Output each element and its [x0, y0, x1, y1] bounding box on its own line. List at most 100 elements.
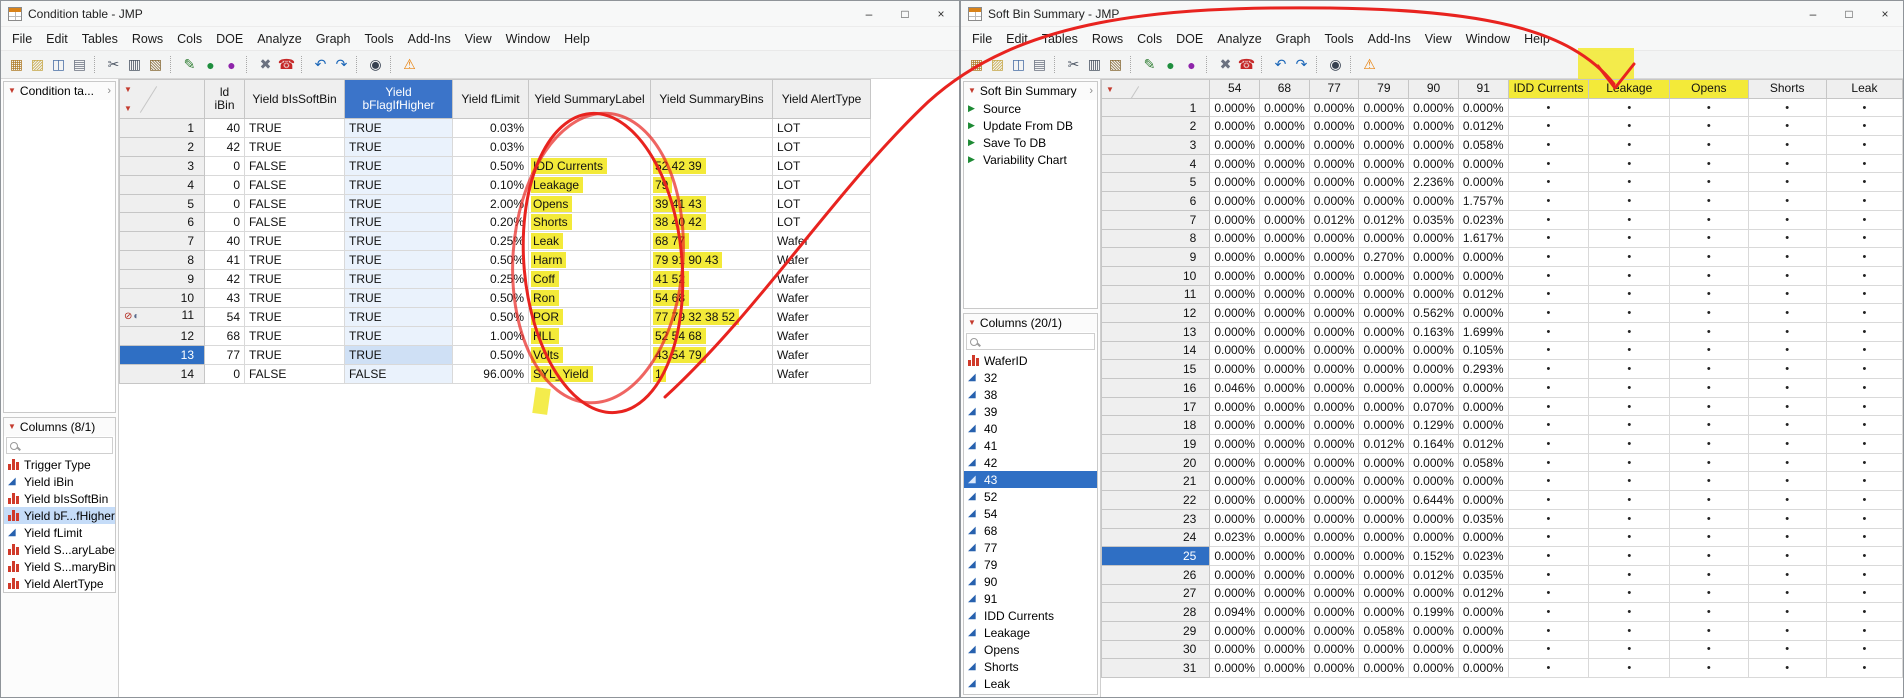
cell[interactable]: •	[1748, 173, 1826, 192]
cell[interactable]: 0.000%	[1309, 248, 1359, 267]
cell[interactable]: 0.000%	[1309, 322, 1359, 341]
cell[interactable]: 0.000%	[1260, 453, 1310, 472]
cell[interactable]: •	[1589, 397, 1670, 416]
cell[interactable]: TRUE	[345, 326, 453, 345]
cell[interactable]: •	[1826, 266, 1902, 285]
cell[interactable]: TRUE	[345, 345, 453, 364]
column-item[interactable]: ◢42	[964, 454, 1097, 471]
columns-menu-icon[interactable]: ▼	[124, 83, 132, 96]
cell[interactable]: 1.699%	[1458, 322, 1508, 341]
cell[interactable]: •	[1508, 584, 1589, 603]
cell[interactable]: 0.000%	[1359, 360, 1409, 379]
cell[interactable]: 0.000%	[1458, 528, 1508, 547]
undo-icon[interactable]: ↶	[310, 54, 331, 75]
cell[interactable]: •	[1589, 210, 1670, 229]
cell[interactable]: •	[1508, 453, 1589, 472]
cell[interactable]: 0.000%	[1309, 640, 1359, 659]
cell[interactable]: 0.000%	[1210, 266, 1260, 285]
cell[interactable]: •	[1826, 98, 1902, 117]
cell[interactable]: •	[1826, 491, 1902, 510]
cell[interactable]: •	[1508, 528, 1589, 547]
cell[interactable]: •	[1748, 509, 1826, 528]
row-header[interactable]: 22	[1102, 491, 1210, 510]
cell[interactable]: 0.000%	[1309, 154, 1359, 173]
cell[interactable]: 0.000%	[1359, 136, 1409, 155]
cell[interactable]: 0.000%	[1260, 397, 1310, 416]
cell[interactable]: 0.000%	[1260, 173, 1310, 192]
cell[interactable]: 38 40 42	[651, 213, 773, 232]
cell[interactable]: 0.000%	[1260, 603, 1310, 622]
column-item[interactable]: ◢54	[964, 505, 1097, 522]
column-header[interactable]: 54	[1210, 80, 1260, 99]
cell[interactable]: 0.012%	[1309, 210, 1359, 229]
row-header[interactable]: 24	[1102, 528, 1210, 547]
cell[interactable]: 0.000%	[1260, 192, 1310, 211]
cell[interactable]: •	[1748, 341, 1826, 360]
cell[interactable]: 39 41 43	[651, 194, 773, 213]
cell[interactable]: •	[1508, 472, 1589, 491]
cell[interactable]: •	[1670, 98, 1748, 117]
cell[interactable]: •	[1826, 659, 1902, 678]
cell[interactable]: 0.000%	[1260, 98, 1310, 117]
cell[interactable]: 0.164%	[1409, 435, 1459, 454]
cell[interactable]: 43 54 79	[651, 345, 773, 364]
column-item[interactable]: ◢IDD Currents	[964, 607, 1097, 624]
cell[interactable]: 0.000%	[1458, 659, 1508, 678]
cell[interactable]: •	[1589, 659, 1670, 678]
cell[interactable]: TRUE	[345, 119, 453, 138]
row-header[interactable]: 2	[1102, 117, 1210, 136]
menu-rows[interactable]: Rows	[1085, 30, 1130, 48]
cell[interactable]: 0.25%	[453, 270, 529, 289]
cell[interactable]: 0.000%	[1260, 491, 1310, 510]
cell[interactable]: •	[1589, 435, 1670, 454]
cell[interactable]: •	[1826, 453, 1902, 472]
hotspot-icon[interactable]: ▶	[968, 137, 978, 148]
columns-filter-input[interactable]	[21, 439, 109, 452]
cell[interactable]: •	[1748, 453, 1826, 472]
cell[interactable]: 79 91 90 43	[651, 251, 773, 270]
cell[interactable]: •	[1826, 603, 1902, 622]
column-header[interactable]: Shorts	[1748, 80, 1826, 99]
cell[interactable]: Wafer	[773, 289, 871, 308]
journal-icon[interactable]: ✎	[1139, 54, 1160, 75]
cell[interactable]: 0.000%	[1309, 565, 1359, 584]
cell[interactable]: 0.000%	[1409, 584, 1459, 603]
cell[interactable]: 0.000%	[1210, 659, 1260, 678]
column-header[interactable]: 77	[1309, 80, 1359, 99]
cell[interactable]: 0.000%	[1260, 248, 1310, 267]
cell[interactable]: •	[1826, 397, 1902, 416]
cell[interactable]: 0.000%	[1458, 266, 1508, 285]
cell[interactable]: 0.000%	[1210, 98, 1260, 117]
cell[interactable]: 0.000%	[1309, 397, 1359, 416]
cell[interactable]: Coff	[529, 270, 651, 289]
cell[interactable]: 0.000%	[1260, 472, 1310, 491]
cell[interactable]: •	[1748, 397, 1826, 416]
cell[interactable]: 0.023%	[1458, 210, 1508, 229]
cell[interactable]: 0.000%	[1260, 528, 1310, 547]
cell[interactable]: 0.000%	[1409, 528, 1459, 547]
cell[interactable]: •	[1589, 528, 1670, 547]
cell[interactable]: •	[1826, 584, 1902, 603]
column-item[interactable]: ◢Opens	[964, 641, 1097, 658]
cell[interactable]: LOT	[773, 137, 871, 156]
cell[interactable]: 0.000%	[1309, 621, 1359, 640]
cell[interactable]: •	[1508, 229, 1589, 248]
cell[interactable]	[529, 119, 651, 138]
cell[interactable]: 0.199%	[1409, 603, 1459, 622]
cell[interactable]: 0.000%	[1359, 304, 1409, 323]
cell[interactable]: 0.000%	[1458, 491, 1508, 510]
cell[interactable]: 0.000%	[1409, 229, 1459, 248]
cell[interactable]: •	[1589, 117, 1670, 136]
menu-help[interactable]: Help	[1517, 30, 1557, 48]
cell[interactable]: •	[1748, 229, 1826, 248]
cell[interactable]: 0.000%	[1359, 341, 1409, 360]
column-item[interactable]: ◢Shorts	[964, 658, 1097, 675]
cell[interactable]: 0.058%	[1458, 453, 1508, 472]
row-header[interactable]: 17	[1102, 397, 1210, 416]
cell[interactable]: 0.50%	[453, 289, 529, 308]
cell[interactable]: 0.000%	[1309, 416, 1359, 435]
cell[interactable]: 0.035%	[1409, 210, 1459, 229]
cell[interactable]: •	[1589, 491, 1670, 510]
cell[interactable]: POR	[529, 307, 651, 326]
cell[interactable]: 0.000%	[1260, 416, 1310, 435]
